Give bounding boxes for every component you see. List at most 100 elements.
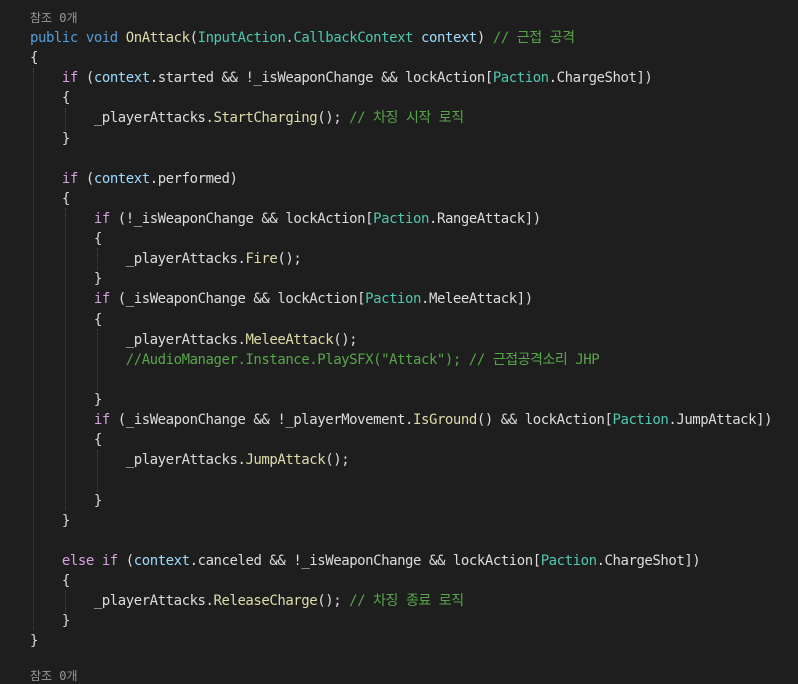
- code-token: ();: [317, 110, 350, 127]
- code-line[interactable]: _playerAttacks.ReleaseCharge(); // 차징 종료…: [30, 591, 464, 611]
- code-line[interactable]: {: [30, 430, 102, 450]
- code-token: }: [30, 633, 38, 650]
- code-token: {: [30, 572, 70, 589]
- code-token: Paction: [612, 412, 669, 429]
- codelens-references-top[interactable]: 참조 0개: [30, 10, 78, 26]
- code-token: OnAttack: [125, 30, 190, 46]
- code-line[interactable]: {: [30, 189, 70, 209]
- code-token: .ChargeShot]): [596, 552, 701, 569]
- code-editor[interactable]: 참조 0개 public void OnAttack(InputAction.C…: [0, 0, 798, 683]
- code-token: .RangeAttack]): [428, 210, 541, 227]
- code-token: {: [30, 311, 102, 328]
- code-token: if: [101, 552, 118, 569]
- code-line[interactable]: {: [30, 88, 70, 108]
- code-token: if: [93, 412, 110, 429]
- code-token: IsGround: [413, 412, 477, 429]
- code-token: ();: [277, 251, 302, 268]
- code-line[interactable]: }: [30, 390, 102, 410]
- code-line[interactable]: _playerAttacks.StartCharging(); // 차징 시작…: [30, 108, 464, 128]
- code-token: {: [30, 190, 70, 207]
- code-token: {: [30, 231, 102, 248]
- code-line[interactable]: }: [30, 129, 70, 149]
- code-token: ): [476, 30, 493, 46]
- code-token: else: [61, 552, 94, 569]
- code-token: () && lockAction[: [476, 412, 613, 429]
- code-token: .performed): [149, 170, 238, 187]
- code-token: ReleaseCharge: [213, 593, 318, 610]
- code-line[interactable]: public void OnAttack(InputAction.Callbac…: [30, 28, 575, 48]
- code-line[interactable]: }: [30, 491, 102, 511]
- code-line[interactable]: _playerAttacks.JumpAttack();: [30, 450, 350, 470]
- code-token: Fire: [245, 251, 278, 268]
- code-token: .MeleeAttack]): [421, 291, 533, 308]
- code-token: InputAction: [197, 30, 286, 46]
- code-token: .canceled && !_isWeaponChange && lockAct…: [189, 552, 542, 569]
- code-line[interactable]: _playerAttacks.MeleeAttack();: [30, 330, 358, 350]
- code-token: _playerAttacks.: [30, 452, 246, 469]
- code-token: // 차징 시작 로직: [349, 110, 464, 127]
- code-line[interactable]: }: [30, 511, 70, 531]
- code-token: _playerAttacks.: [30, 251, 246, 268]
- code-token: .ChargeShot]): [548, 70, 653, 87]
- code-line[interactable]: else if (context.canceled && !_isWeaponC…: [30, 551, 701, 571]
- code-token: // 차징 종료 로직: [349, 593, 464, 610]
- code-token: Paction: [365, 291, 421, 308]
- code-token: Paction: [492, 70, 549, 87]
- code-line[interactable]: //AudioManager.Instance.PlaySFX("Attack"…: [30, 350, 600, 370]
- code-token: _playerAttacks.: [30, 593, 214, 610]
- code-token: }: [30, 130, 70, 147]
- code-line[interactable]: }: [30, 611, 70, 631]
- code-line[interactable]: if (_isWeaponChange && lockAction[Pactio…: [30, 289, 533, 309]
- code-token: }: [30, 492, 102, 509]
- code-line[interactable]: }: [30, 631, 38, 651]
- code-line[interactable]: }: [30, 269, 102, 289]
- code-line[interactable]: {: [30, 48, 38, 68]
- code-token: JumpAttack: [245, 452, 326, 469]
- code-token: }: [30, 613, 70, 630]
- code-line[interactable]: if (!_isWeaponChange && lockAction[Pacti…: [30, 209, 541, 229]
- code-token: (: [77, 70, 94, 87]
- code-line[interactable]: if (context.performed): [30, 169, 238, 189]
- code-token: StartCharging: [213, 110, 318, 127]
- code-token: {: [30, 432, 102, 449]
- code-token: (_isWeaponChange && lockAction[: [109, 291, 366, 308]
- code-token: Paction: [540, 552, 597, 569]
- code-token: void: [85, 30, 118, 46]
- code-token: context: [133, 552, 190, 569]
- code-line[interactable]: {: [30, 310, 102, 330]
- code-token: ();: [325, 452, 350, 469]
- code-token: Paction: [373, 210, 429, 227]
- code-line[interactable]: if (context.started && !_isWeaponChange …: [30, 68, 653, 88]
- code-token: ();: [317, 593, 350, 610]
- code-line[interactable]: {: [30, 571, 70, 591]
- code-token: .started && !_isWeaponChange && lockActi…: [149, 70, 494, 87]
- code-token: {: [30, 90, 70, 107]
- code-token: (: [77, 170, 94, 187]
- code-token: }: [30, 391, 102, 408]
- code-line[interactable]: {: [30, 229, 102, 249]
- code-token: {: [30, 50, 38, 67]
- code-token: if: [93, 291, 110, 308]
- code-token: (: [117, 552, 134, 569]
- code-token: ();: [333, 331, 358, 348]
- code-token: _playerAttacks.: [30, 110, 214, 127]
- code-token: if: [93, 210, 110, 227]
- code-line[interactable]: _playerAttacks.Fire();: [30, 249, 302, 269]
- code-token: // 근접 공격: [492, 30, 575, 46]
- code-token: if: [61, 170, 78, 187]
- code-token: .JumpAttack]): [668, 412, 773, 429]
- code-token: }: [30, 271, 102, 288]
- code-token: _playerAttacks.: [30, 331, 246, 348]
- code-token: MeleeAttack: [245, 331, 334, 348]
- code-line[interactable]: if (_isWeaponChange && !_playerMovement.…: [30, 410, 773, 430]
